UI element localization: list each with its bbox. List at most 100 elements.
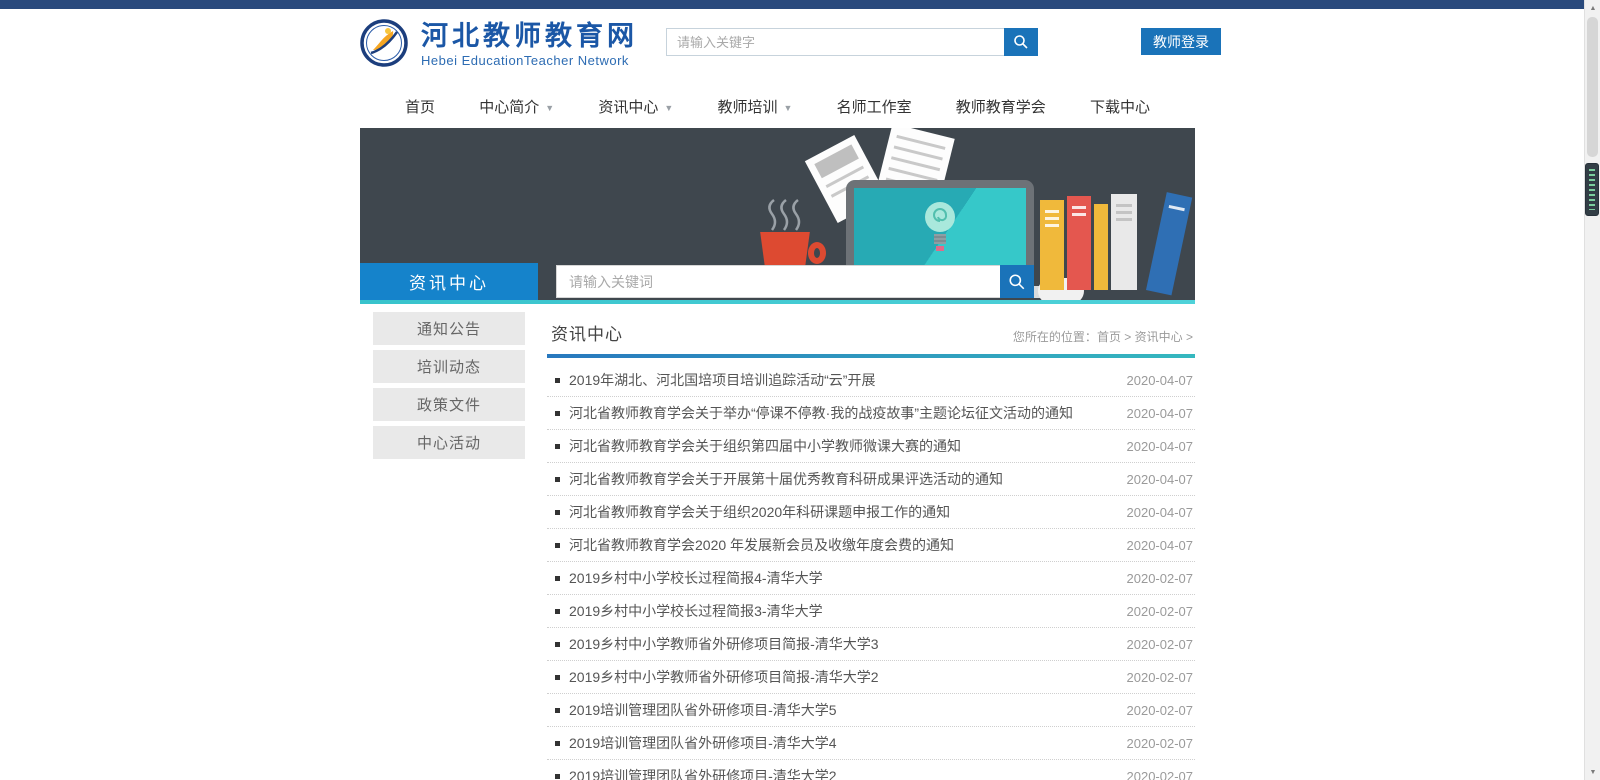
news-row: 河北省教师教育学会关于组织第四届中小学教师微课大赛的通知2020-04-07 (547, 430, 1195, 463)
header-search-input[interactable] (666, 28, 1004, 56)
book-illustration (1067, 196, 1091, 290)
bullet-icon (555, 510, 560, 515)
sidebar-item-1[interactable]: 培训动态 (373, 350, 525, 383)
breadcrumb-separator: > (1183, 330, 1193, 344)
news-date: 2020-04-07 (1127, 538, 1194, 553)
bullet-icon (555, 708, 560, 713)
news-link[interactable]: 河北省教师教育学会关于组织第四届中小学教师微课大赛的通知 (569, 436, 1109, 456)
news-row: 2019乡村中小学校长过程简报3-清华大学 2020-02-07 (547, 595, 1195, 628)
news-link[interactable]: 2019年湖北、河北国培项目培训追踪活动“云”开展 (569, 370, 1109, 390)
bullet-icon (555, 741, 560, 746)
chevron-down-icon: ▼ (664, 103, 673, 113)
news-date: 2020-02-07 (1127, 736, 1194, 751)
nav-item-label: 名师工作室 (837, 96, 912, 117)
nav-item-4[interactable]: 名师工作室 (837, 96, 912, 117)
search-icon (1008, 273, 1026, 291)
news-link[interactable]: 2019培训管理团队省外研修项目-清华大学2 (569, 766, 1109, 780)
book-illustration (1111, 194, 1137, 290)
news-link[interactable]: 河北省教师教育学会关于举办“停课不停教·我的战疫故事”主题论坛征文活动的通知 (569, 403, 1109, 423)
banner-search-input[interactable] (556, 265, 1000, 298)
news-link[interactable]: 河北省教师教育学会2020 年发展新会员及收缴年度会费的通知 (569, 535, 1109, 555)
news-row: 2019乡村中小学校长过程简报4-清华大学2020-02-07 (547, 562, 1195, 595)
nav-item-5[interactable]: 教师教育学会 (956, 96, 1046, 117)
bullet-icon (555, 609, 560, 614)
news-row: 2019年湖北、河北国培项目培训追踪活动“云”开展2020-04-07 (547, 364, 1195, 397)
nav-item-label: 教师教育学会 (956, 96, 1046, 117)
banner-search (556, 265, 1034, 298)
lightbulb-icon (918, 198, 962, 260)
book-illustration (1146, 192, 1192, 295)
coffee-cup-handle (808, 242, 826, 264)
scrollbar-thumb[interactable] (1587, 17, 1598, 157)
nav-item-0[interactable]: 首页 (405, 96, 435, 117)
news-row: 河北省教师教育学会关于举办“停课不停教·我的战疫故事”主题论坛征文活动的通知 20… (547, 397, 1195, 430)
top-accent-bar (0, 0, 1584, 9)
section-divider (547, 354, 1195, 358)
nav-item-label: 教师培训 (717, 96, 777, 117)
breadcrumb: 您所在的位置：首页 > 资讯中心 > (1013, 328, 1193, 345)
news-date: 2020-04-07 (1127, 406, 1194, 421)
news-row: 河北省教师教育学会关于开展第十届优秀教育科研成果评选活动的通知 2020-04-0… (547, 463, 1195, 496)
news-link[interactable]: 2019乡村中小学校长过程简报4-清华大学 (569, 568, 1109, 588)
site-header: 河北教师教育网 Hebei EducationTeacher Network 教… (0, 9, 1600, 85)
section-title: 资讯中心 (551, 320, 623, 345)
news-link[interactable]: 2019乡村中小学教师省外研修项目简报-清华大学2 (569, 667, 1109, 687)
news-link[interactable]: 2019乡村中小学校长过程简报3-清华大学 (569, 601, 1109, 621)
nav-item-label: 首页 (405, 96, 435, 117)
teacher-login-button[interactable]: 教师登录 (1141, 28, 1221, 55)
main-nav: 首页 中心简介▼ 资讯中心 ▼ 教师培训 ▼ 名师工作室 教师教育学会 下载中心 (360, 85, 1195, 128)
edge-extension-handle[interactable] (1585, 163, 1599, 216)
bullet-icon (555, 477, 560, 482)
bullet-icon (555, 411, 560, 416)
breadcrumb-link[interactable]: 资讯中心 (1135, 330, 1183, 344)
news-link[interactable]: 河北省教师教育学会关于开展第十届优秀教育科研成果评选活动的通知 (569, 469, 1109, 489)
news-list: 2019年湖北、河北国培项目培训追踪活动“云”开展2020-04-07河北省教师… (547, 364, 1195, 780)
news-row: 河北省教师教育学会关于组织2020年科研课题申报工作的通知2020-04-07 (547, 496, 1195, 529)
news-date: 2020-02-07 (1127, 670, 1194, 685)
bullet-icon (555, 675, 560, 680)
news-link[interactable]: 2019培训管理团队省外研修项目-清华大学4 (569, 733, 1109, 753)
news-row: 2019培训管理团队省外研修项目-清华大学2 2020-02-07 (547, 760, 1195, 780)
header-search (666, 28, 1038, 56)
page: 河北教师教育网 Hebei EducationTeacher Network 教… (0, 0, 1600, 780)
news-row: 河北省教师教育学会2020 年发展新会员及收缴年度会费的通知 2020-04-07 (547, 529, 1195, 562)
book-illustration (1040, 200, 1064, 290)
news-link[interactable]: 2019培训管理团队省外研修项目-清华大学5 (569, 700, 1109, 720)
nav-item-label: 资讯中心 (598, 96, 658, 117)
chevron-down-icon: ▼ (783, 103, 792, 113)
scrollbar[interactable]: ▲ ▼ (1584, 0, 1600, 780)
scrollbar-down-arrow-icon[interactable]: ▼ (1585, 764, 1600, 780)
news-date: 2020-02-07 (1127, 604, 1194, 619)
sidebar-item-3[interactable]: 中心活动 (373, 426, 525, 459)
nav-item-label: 下载中心 (1090, 96, 1150, 117)
site-subtitle: Hebei EducationTeacher Network (421, 53, 638, 68)
news-date: 2020-04-07 (1127, 472, 1194, 487)
search-icon (1013, 34, 1029, 50)
news-row: 2019乡村中小学教师省外研修项目简报-清华大学32020-02-07 (547, 628, 1195, 661)
news-date: 2020-02-07 (1127, 769, 1194, 780)
chevron-down-icon: ▼ (545, 103, 554, 113)
breadcrumb-separator: > (1121, 330, 1135, 344)
sidebar-title-tab[interactable]: 资讯中心 (360, 263, 538, 300)
news-row: 2019培训管理团队省外研修项目-清华大学52020-02-07 (547, 694, 1195, 727)
breadcrumb-link[interactable]: 首页 (1097, 330, 1121, 344)
news-row: 2019乡村中小学教师省外研修项目简报-清华大学2 2020-02-07 (547, 661, 1195, 694)
hero-banner: 资讯中心 (360, 128, 1195, 300)
nav-item-2[interactable]: 资讯中心 ▼ (598, 96, 673, 117)
news-link[interactable]: 河北省教师教育学会关于组织2020年科研课题申报工作的通知 (569, 502, 1109, 522)
main-panel: 资讯中心 您所在的位置：首页 > 资讯中心 > 2019年湖北、河北国培项目培训… (547, 304, 1195, 780)
edge-handle-stripes-icon (1589, 169, 1595, 210)
news-link[interactable]: 2019乡村中小学教师省外研修项目简报-清华大学3 (569, 634, 1109, 654)
nav-item-1[interactable]: 中心简介▼ (479, 96, 554, 117)
nav-item-6[interactable]: 下载中心 (1090, 96, 1150, 117)
sidebar-item-0[interactable]: 通知公告 (373, 312, 525, 345)
nav-item-3[interactable]: 教师培训 ▼ (717, 96, 792, 117)
header-search-button[interactable] (1004, 28, 1038, 56)
sidebar-item-2[interactable]: 政策文件 (373, 388, 525, 421)
book-illustration (1094, 204, 1108, 290)
bullet-icon (555, 543, 560, 548)
banner-search-button[interactable] (1000, 265, 1034, 298)
bullet-icon (555, 378, 560, 383)
scrollbar-up-arrow-icon[interactable]: ▲ (1585, 0, 1600, 16)
site-logo[interactable]: 河北教师教育网 Hebei EducationTeacher Network (360, 19, 638, 68)
